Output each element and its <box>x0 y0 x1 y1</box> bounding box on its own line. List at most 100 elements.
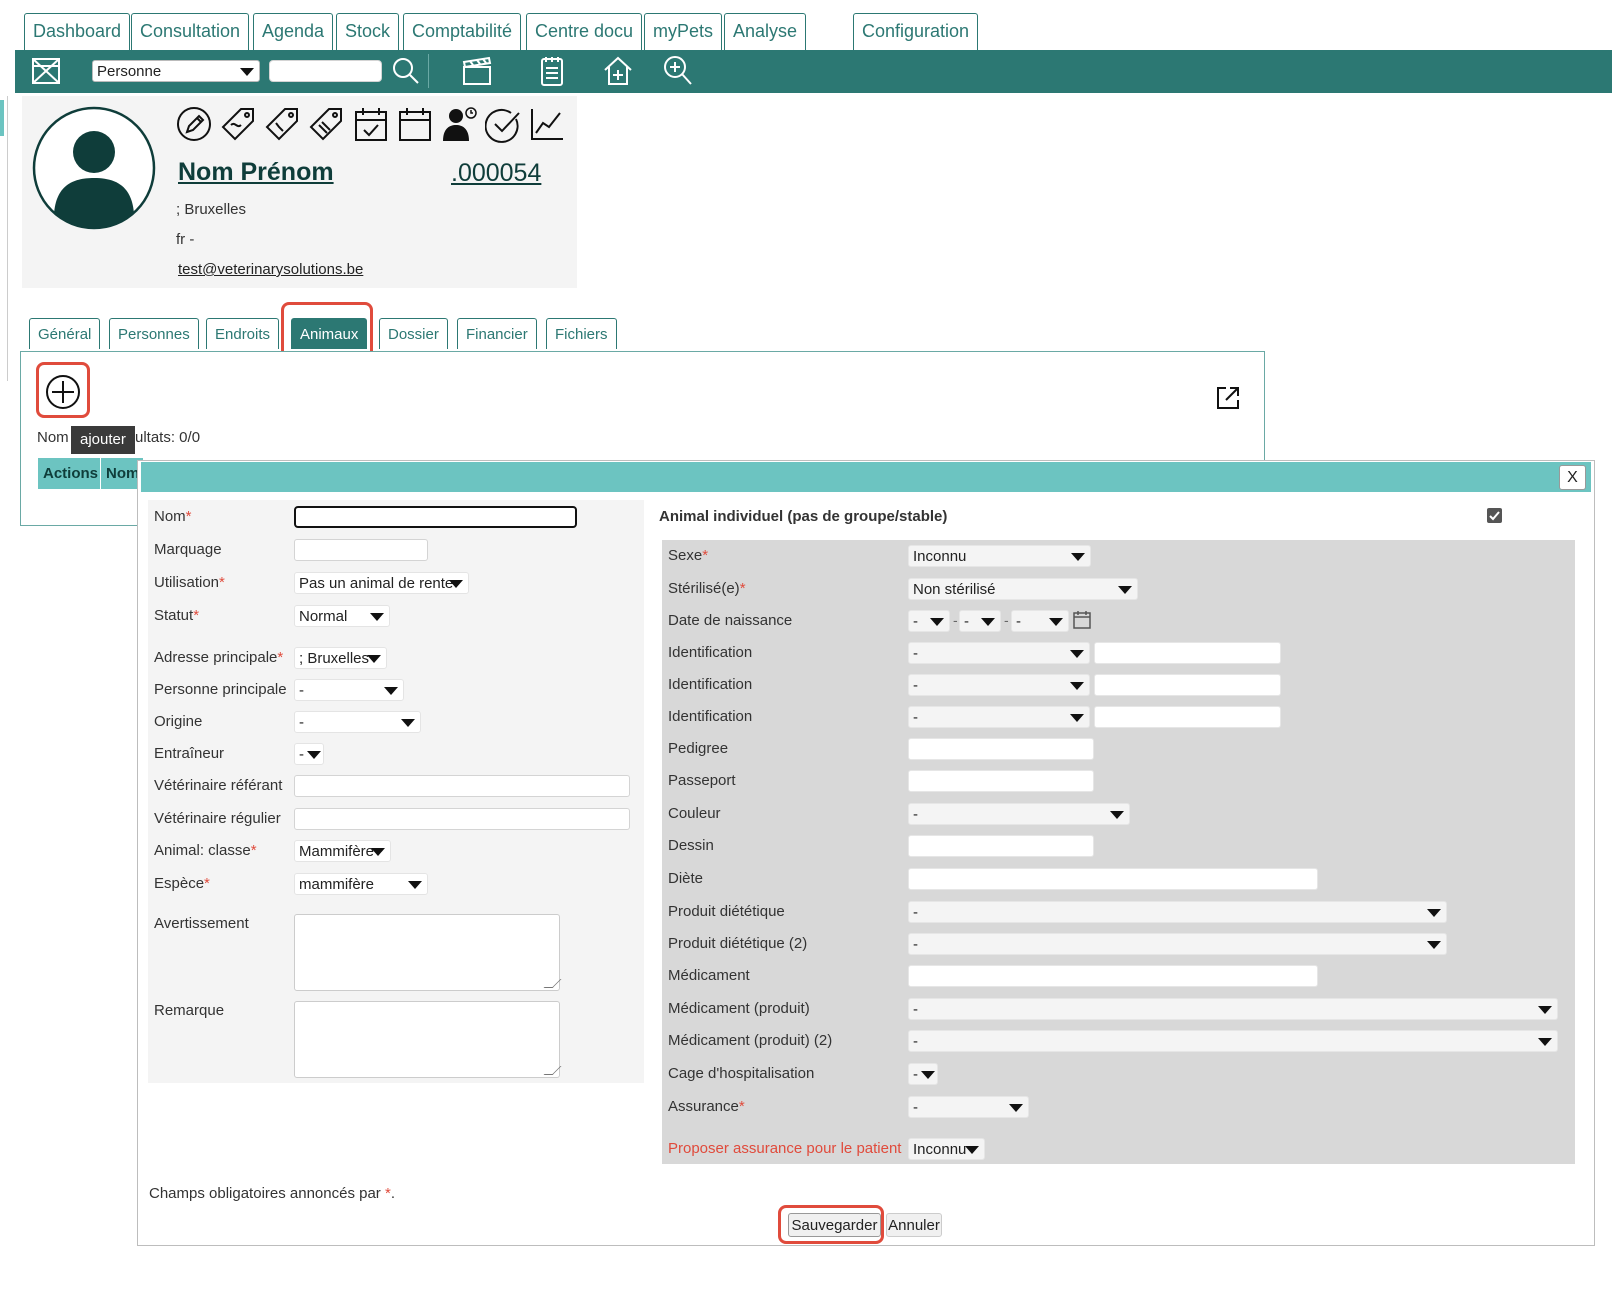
search-icon[interactable] <box>391 56 421 86</box>
sexe-select[interactable]: Inconnu <box>908 545 1091 567</box>
search-type-select[interactable]: Personne <box>92 60 260 82</box>
tag-icon[interactable] <box>221 105 257 143</box>
client-number[interactable]: .000054 <box>451 159 541 188</box>
origine-select[interactable]: - <box>294 711 421 733</box>
person-clock-icon[interactable] <box>441 105 477 143</box>
med-produit-select[interactable]: - <box>908 998 1558 1020</box>
produit-diet-label: Produit diététique <box>668 903 785 920</box>
tab-centre-docu[interactable]: Centre docu <box>526 13 643 50</box>
tab-financier[interactable]: Financier <box>457 318 537 349</box>
birth-day-select[interactable]: - <box>908 610 950 632</box>
notepad-icon[interactable] <box>535 54 569 88</box>
avatar <box>32 106 156 230</box>
cage-select[interactable]: - <box>908 1063 938 1085</box>
remarque-textarea[interactable] <box>294 1001 560 1078</box>
birth-year-select[interactable]: - <box>1011 610 1069 632</box>
passeport-input[interactable] <box>908 770 1094 792</box>
left-edge-tab[interactable] <box>0 100 4 136</box>
identification-label-1: Identification <box>668 644 753 661</box>
birth-month-select[interactable]: - <box>959 610 1001 632</box>
tab-consultation[interactable]: Consultation <box>131 13 250 50</box>
dialog-close-button[interactable]: X <box>1559 465 1586 490</box>
tab-agenda[interactable]: Agenda <box>253 13 334 50</box>
marquage-input[interactable] <box>294 539 428 561</box>
individual-header: Animal individuel (pas de groupe/stable) <box>659 508 948 525</box>
produit-diet-select[interactable]: - <box>908 901 1447 923</box>
zoom-in-icon[interactable] <box>661 54 695 88</box>
cancel-button[interactable]: Annuler <box>886 1213 942 1237</box>
tab-dossier[interactable]: Dossier <box>379 318 448 349</box>
identification-type-select-2[interactable]: - <box>908 674 1090 696</box>
utilisation-label: Utilisation* <box>154 574 225 591</box>
pedigree-input[interactable] <box>908 738 1094 760</box>
produit-diet2-select[interactable]: - <box>908 933 1447 955</box>
close-window-icon[interactable] <box>29 54 63 88</box>
classe-select[interactable]: Mammifère <box>294 840 391 862</box>
assurance-select[interactable]: - <box>908 1096 1029 1118</box>
tab-personnes[interactable]: Personnes <box>109 318 199 349</box>
medicament-input[interactable] <box>908 965 1318 987</box>
identification-input-3[interactable] <box>1094 706 1281 728</box>
identification-input-1[interactable] <box>1094 642 1281 664</box>
external-link-icon[interactable] <box>1214 384 1242 412</box>
search-input[interactable] <box>269 60 382 82</box>
calendar-picker-icon[interactable] <box>1073 610 1091 629</box>
date-separator: - <box>1004 612 1009 628</box>
toolbar: Personne <box>15 50 1612 93</box>
vet-regulier-input[interactable] <box>294 808 630 830</box>
phone-tag-icon[interactable] <box>265 105 301 143</box>
diete-input[interactable] <box>908 868 1318 890</box>
tab-stock[interactable]: Stock <box>336 13 400 50</box>
calendar-check-icon[interactable] <box>353 105 389 143</box>
identification-type-select-3[interactable]: - <box>908 706 1090 728</box>
vet-referant-input[interactable] <box>294 775 630 797</box>
identification-input-2[interactable] <box>1094 674 1281 696</box>
client-email[interactable]: test@veterinarysolutions.be <box>178 261 363 278</box>
check-circle-icon[interactable] <box>484 105 521 143</box>
column-actions: Actions <box>43 465 99 482</box>
tab-mypets[interactable]: myPets <box>644 13 723 50</box>
results-count: ultats: 0/0 <box>135 429 201 446</box>
avertissement-textarea[interactable] <box>294 914 560 991</box>
individual-checkbox[interactable] <box>1487 508 1502 523</box>
results-prefix: Nom <box>37 429 69 446</box>
clapperboard-icon[interactable] <box>460 54 494 88</box>
passeport-label: Passeport <box>668 772 736 789</box>
personne-select[interactable]: - <box>294 679 404 701</box>
identification-label-3: Identification <box>668 708 753 725</box>
tab-comptabilite[interactable]: Comptabilité <box>403 13 522 50</box>
classe-label: Animal: classe* <box>154 842 257 859</box>
entraineur-select[interactable]: - <box>294 743 324 765</box>
statut-select[interactable]: Normal <box>294 605 390 627</box>
tab-dashboard[interactable]: Dashboard <box>24 13 131 50</box>
identification-type-select-1[interactable]: - <box>908 642 1090 664</box>
espece-select[interactable]: mammifère <box>294 873 428 895</box>
home-icon[interactable] <box>601 54 635 88</box>
dessin-label: Dessin <box>668 837 714 854</box>
utilisation-select[interactable]: Pas un animal de rente <box>294 572 469 594</box>
med-produit2-select[interactable]: - <box>908 1030 1558 1052</box>
dialog-header <box>141 462 1591 492</box>
price-tag-icon[interactable] <box>309 105 345 143</box>
dessin-input[interactable] <box>908 835 1094 857</box>
cage-label: Cage d'hospitalisation <box>668 1065 815 1082</box>
client-name[interactable]: Nom Prénom <box>178 158 334 187</box>
adresse-select[interactable]: ; Bruxelles <box>294 647 387 669</box>
sterilise-label: Stérilisé(e)* <box>668 580 746 597</box>
nom-input[interactable] <box>294 506 577 528</box>
tab-configuration[interactable]: Configuration <box>853 13 979 50</box>
sterilise-select[interactable]: Non stérilisé <box>908 578 1138 600</box>
line-chart-icon[interactable] <box>529 105 565 143</box>
tab-general[interactable]: Général <box>29 318 101 349</box>
calendar-icon[interactable] <box>397 105 433 143</box>
edit-icon[interactable] <box>176 105 212 143</box>
couleur-select[interactable]: - <box>908 803 1130 825</box>
proposer-assurance-select[interactable]: Inconnu <box>908 1138 985 1160</box>
tab-fichiers[interactable]: Fichiers <box>546 318 617 349</box>
save-button-highlight <box>778 1205 884 1244</box>
couleur-label: Couleur <box>668 805 721 822</box>
tab-endroits[interactable]: Endroits <box>206 318 280 349</box>
avertissement-label: Avertissement <box>154 915 249 932</box>
identification-label-2: Identification <box>668 676 753 693</box>
tab-analyse[interactable]: Analyse <box>724 13 807 50</box>
